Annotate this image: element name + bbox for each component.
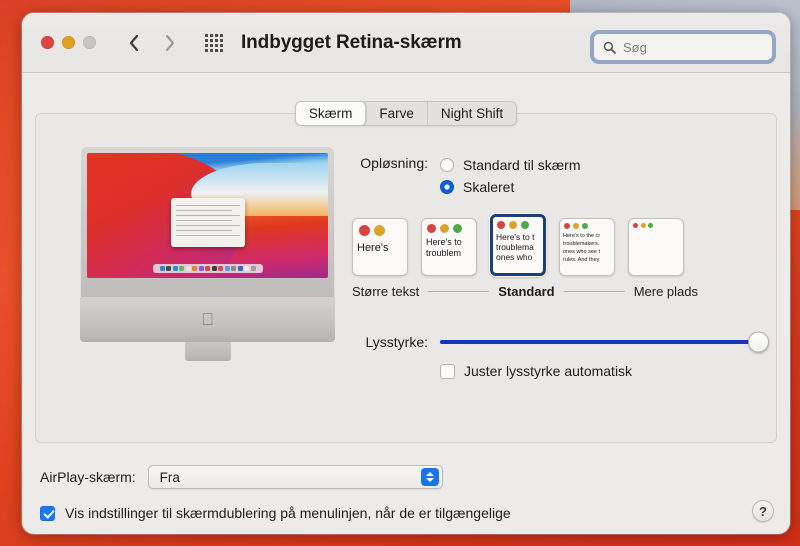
imac-screen-wallpaper xyxy=(87,153,328,278)
radio-scaled-label: Skaleret xyxy=(463,179,515,195)
forward-chevron-icon[interactable] xyxy=(163,33,176,53)
thumbnail-text-line: ones who see t xyxy=(563,249,600,255)
display-preview-illustration:  xyxy=(80,146,335,361)
airplay-dropdown[interactable]: Fra xyxy=(147,465,443,489)
window-controls xyxy=(41,36,96,49)
search-icon xyxy=(603,41,616,54)
tab-bar: Skærm Farve Night Shift xyxy=(22,101,790,126)
auto-brightness-row[interactable]: Juster lysstyrke automatisk xyxy=(440,363,760,379)
scale-labels: Større tekst Standard Mere plads xyxy=(352,284,698,299)
airplay-label: AirPlay-skærm: xyxy=(40,469,136,485)
close-button[interactable] xyxy=(41,36,54,49)
mirroring-checkbox[interactable] xyxy=(40,505,55,521)
thumbnail-text-line: ones who xyxy=(496,252,533,262)
window-titlebar: Indbygget Retina-skærm xyxy=(22,13,790,73)
tab-group: Skærm Farve Night Shift xyxy=(294,101,518,126)
scale-label-standard: Standard xyxy=(498,284,555,299)
radio-standard-for-display[interactable]: Standard til skærm xyxy=(440,154,580,176)
resolution-row: Opløsning: Standard til skærm Skaleret xyxy=(336,154,760,198)
tab-farve[interactable]: Farve xyxy=(366,102,428,125)
airplay-selected-value: Fra xyxy=(159,469,180,485)
thumbnail-text-line: troublema xyxy=(496,242,534,252)
thumbnail-standard-selected[interactable]: Here's to t troublema ones who xyxy=(490,214,546,276)
thumbnail-traffic-lights xyxy=(422,219,476,237)
back-chevron-icon[interactable] xyxy=(128,33,141,53)
radio-standard-label: Standard til skærm xyxy=(463,157,581,173)
imac-chin:  xyxy=(80,297,335,342)
thumbnail-traffic-lights xyxy=(560,219,614,232)
resolution-label: Opløsning: xyxy=(360,155,428,171)
zoom-button[interactable] xyxy=(83,36,96,49)
thumbnail-text-line: Here's to the cr xyxy=(563,233,601,239)
help-button[interactable]: ? xyxy=(752,500,774,522)
scale-label-more-space: Mere plads xyxy=(633,284,698,299)
thumbnail-traffic-lights xyxy=(493,217,543,232)
display-settings-panel:  Opløsning: Standard til skærm xyxy=(35,113,777,443)
resolution-option-0[interactable]: Here's xyxy=(352,218,408,276)
mirroring-row[interactable]: Vis indstillinger til skærmdublering på … xyxy=(40,505,511,521)
thumbnail-content: Here's to troublem xyxy=(422,237,476,263)
mirroring-label: Vis indstillinger til skærmdublering på … xyxy=(65,505,511,521)
airplay-row: AirPlay-skærm: Fra xyxy=(40,465,443,489)
radio-standard-indicator xyxy=(440,158,454,172)
thumbnail-text-line: Here's xyxy=(357,242,389,254)
thumbnail-large-text[interactable]: Here's to troublem xyxy=(421,218,477,276)
thumbnail-content: Here's to the cr troublemakers. ones who… xyxy=(560,232,614,266)
thumbnail-text-line: rules. And they xyxy=(563,257,600,263)
thumbnail-traffic-lights xyxy=(353,219,407,241)
auto-brightness-checkbox[interactable] xyxy=(440,363,455,379)
imac-bezel xyxy=(80,146,335,304)
resolution-option-4[interactable] xyxy=(628,218,684,276)
chevron-updown-icon xyxy=(420,468,439,486)
auto-brightness-label: Juster lysstyrke automatisk xyxy=(464,363,633,379)
scale-label-larger-text: Større tekst xyxy=(352,284,420,299)
brightness-slider-fill xyxy=(440,339,760,344)
scale-line-left xyxy=(428,291,490,292)
thumbnail-content: Here's to t troublema ones who xyxy=(493,232,543,264)
tab-skaerm[interactable]: Skærm xyxy=(295,102,367,125)
thumbnail-text-line: Here's to t xyxy=(496,232,535,242)
thumbnail-smaller-text[interactable]: Here's to the cr troublemakers. ones who… xyxy=(559,218,615,276)
resolution-option-3[interactable]: Here's to the cr troublemakers. ones who… xyxy=(559,218,615,276)
resolution-radio-group: Standard til skærm Skaleret xyxy=(440,154,580,198)
thumbnail-content xyxy=(629,231,683,233)
brightness-label: Lysstyrke: xyxy=(365,334,429,350)
thumbnail-text-line: troublem xyxy=(426,248,462,258)
tab-night-shift[interactable]: Night Shift xyxy=(428,102,516,125)
thumbnail-more-space[interactable] xyxy=(628,218,684,276)
apple-logo-icon:  xyxy=(201,311,214,328)
scaled-resolution-picker: Here's Here's to troublem Here's to t tr… xyxy=(352,214,760,299)
scale-line-right xyxy=(563,291,625,292)
radio-scaled-indicator xyxy=(440,180,454,194)
search-field[interactable] xyxy=(593,33,773,61)
brightness-slider[interactable] xyxy=(440,331,769,352)
minimize-button[interactable] xyxy=(62,36,75,49)
system-preferences-window: Indbygget Retina-skærm Søg Opløsning: St… xyxy=(22,13,790,534)
display-controls: Opløsning: Standard til skærm Skaleret H… xyxy=(336,154,769,379)
page-title: Indbygget Retina-skærm xyxy=(241,31,462,53)
navigation-buttons xyxy=(128,33,176,53)
resolution-thumbnails: Here's Here's to troublem Here's to t tr… xyxy=(352,214,760,276)
resolution-option-2[interactable]: Here's to t troublema ones who xyxy=(490,214,546,276)
thumbnail-traffic-lights xyxy=(629,219,683,231)
imac-stand xyxy=(184,342,231,361)
search-input[interactable] xyxy=(623,39,753,55)
desktop-backdrop: Indbygget Retina-skærm Søg Opløsning: St… xyxy=(0,0,800,546)
radio-scaled[interactable]: Skaleret xyxy=(440,176,580,198)
imac-document-window xyxy=(170,198,245,247)
show-all-icon[interactable] xyxy=(205,33,223,52)
search-container xyxy=(593,33,773,61)
imac-dock xyxy=(152,264,263,273)
brightness-slider-knob[interactable] xyxy=(748,331,769,352)
brightness-row: Lysstyrke: xyxy=(336,331,769,352)
thumbnail-text-line: troublemakers. xyxy=(563,241,600,247)
thumbnail-content: Here's xyxy=(353,241,407,259)
thumbnail-larger-text[interactable]: Here's xyxy=(352,218,408,276)
thumbnail-text-line: Here's to xyxy=(426,237,462,247)
resolution-option-1[interactable]: Here's to troublem xyxy=(421,218,477,276)
